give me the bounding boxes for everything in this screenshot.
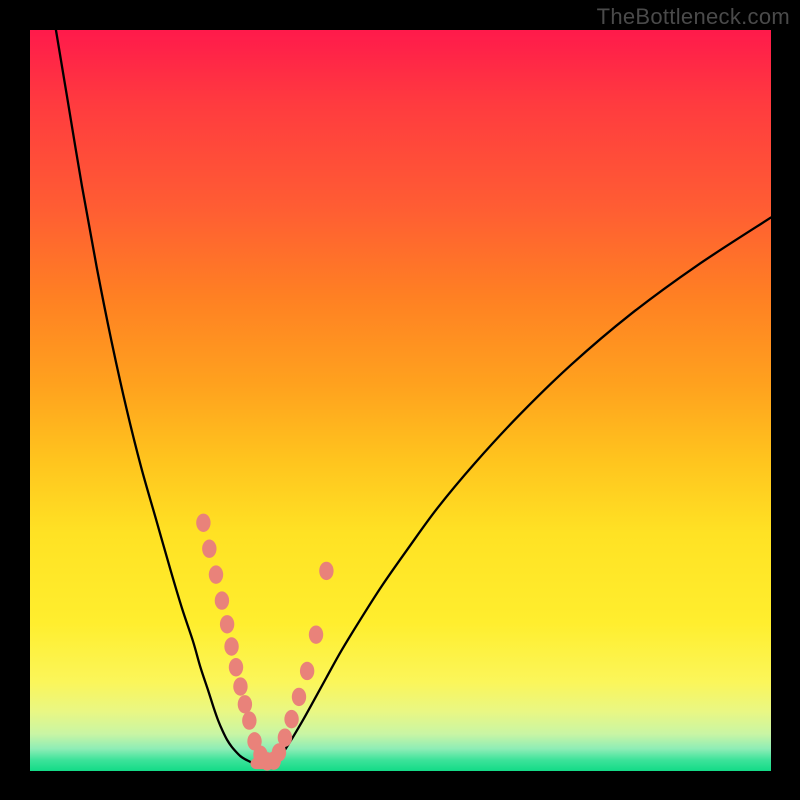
dot-marker: [224, 637, 238, 655]
curve-left: [56, 30, 256, 764]
dot-marker: [229, 658, 243, 676]
watermark-text: TheBottleneck.com: [597, 4, 790, 30]
dot-marker: [238, 695, 252, 713]
dot-marker: [309, 625, 323, 643]
dot-marker: [215, 591, 229, 609]
dot-marker: [220, 615, 234, 633]
dot-marker: [196, 514, 210, 532]
chart-frame: TheBottleneck.com: [0, 0, 800, 800]
dot-marker: [233, 677, 247, 695]
chart-svg: [30, 30, 771, 771]
dot-marker: [242, 711, 256, 729]
dot-marker: [300, 662, 314, 680]
dot-marker: [209, 565, 223, 583]
curve-right: [275, 217, 771, 763]
dot-marker: [202, 540, 216, 558]
dot-marker: [284, 710, 298, 728]
highlight-dots: [196, 514, 333, 771]
dot-marker: [278, 728, 292, 746]
dot-marker: [292, 688, 306, 706]
plot-area: [30, 30, 771, 771]
dot-marker: [319, 562, 333, 580]
